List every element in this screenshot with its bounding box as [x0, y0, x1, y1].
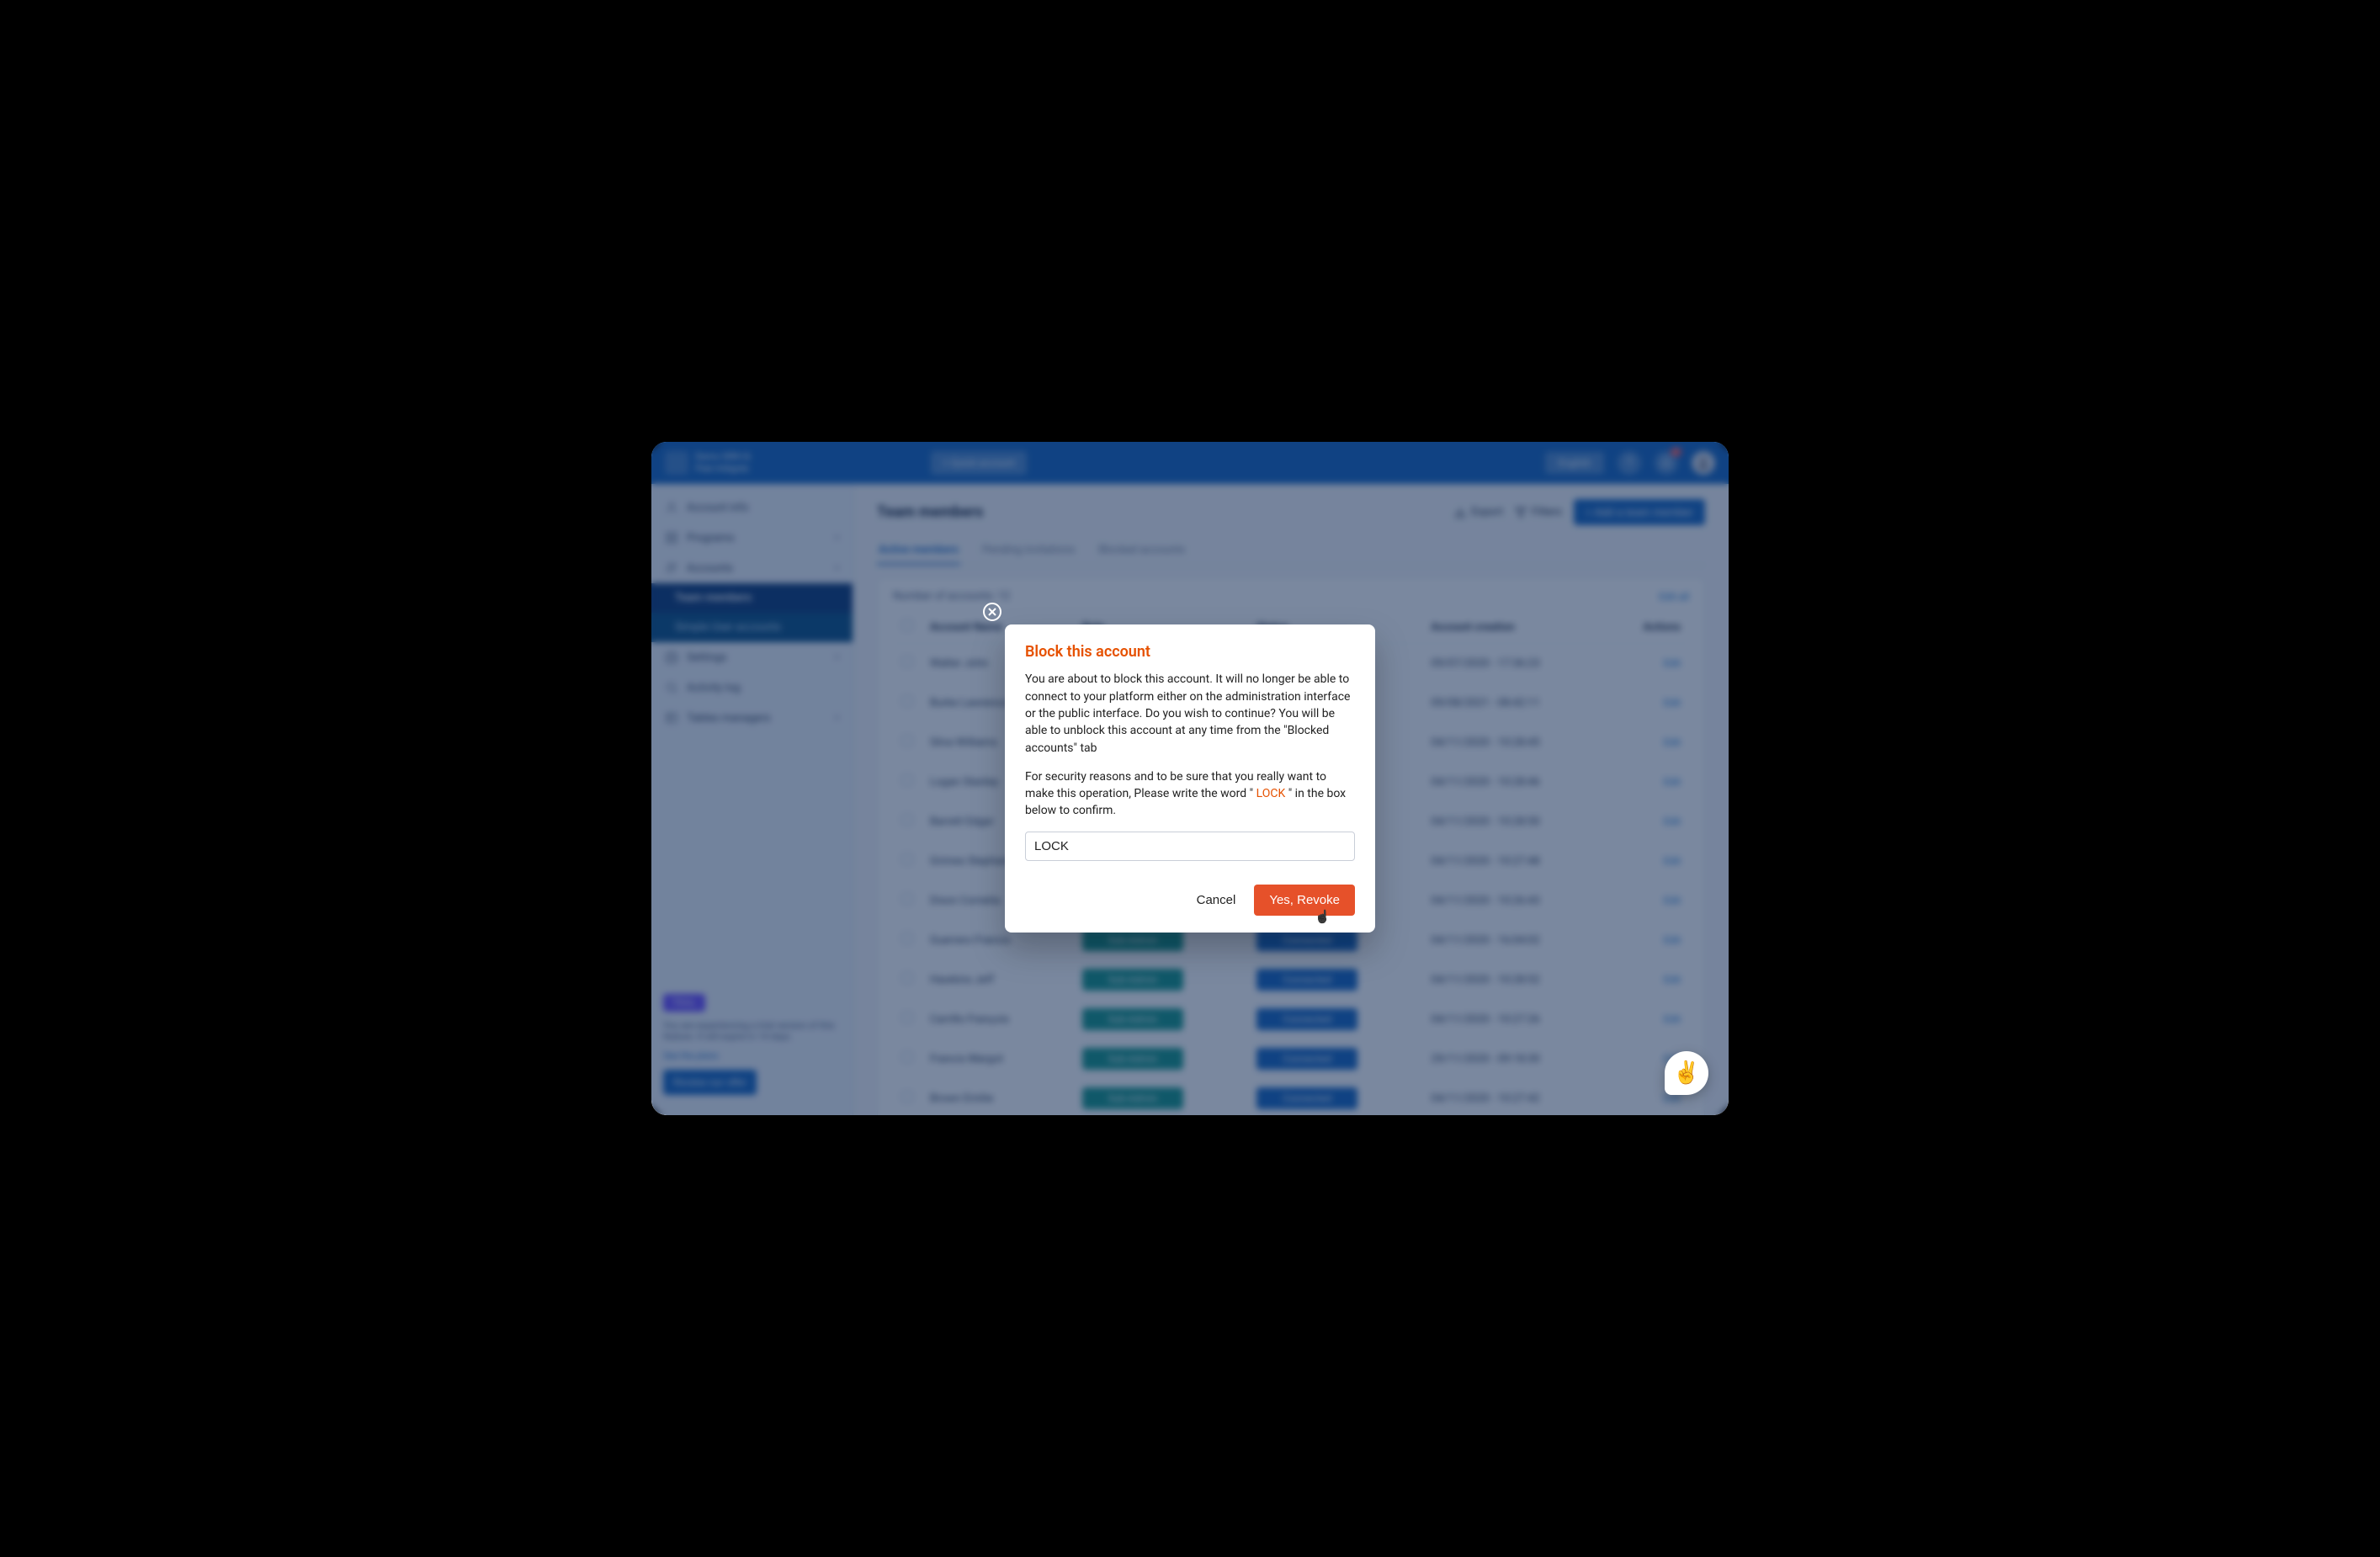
lock-confirm-input[interactable] — [1025, 832, 1355, 861]
cancel-button[interactable]: Cancel — [1190, 886, 1243, 914]
modal-paragraph-2: For security reasons and to be sure that… — [1025, 768, 1355, 820]
close-modal-button[interactable] — [981, 601, 1003, 623]
fab-emoji-icon: ✌️ — [1673, 1060, 1700, 1086]
help-fab[interactable]: ✌️ — [1665, 1051, 1708, 1095]
block-account-modal: Block this account You are about to bloc… — [1005, 624, 1375, 932]
modal-actions: Cancel Yes, Revoke — [1025, 885, 1355, 916]
modal-title: Block this account — [1025, 643, 1355, 661]
revoke-button[interactable]: Yes, Revoke — [1254, 885, 1355, 916]
modal-overlay[interactable]: Block this account You are about to bloc… — [651, 442, 1729, 1115]
app-frame: Demo SIRH & Paie Intégrés + Quick accoun… — [651, 442, 1729, 1115]
modal-lock-word: LOCK — [1256, 787, 1286, 800]
modal-paragraph-1: You are about to block this account. It … — [1025, 671, 1355, 756]
